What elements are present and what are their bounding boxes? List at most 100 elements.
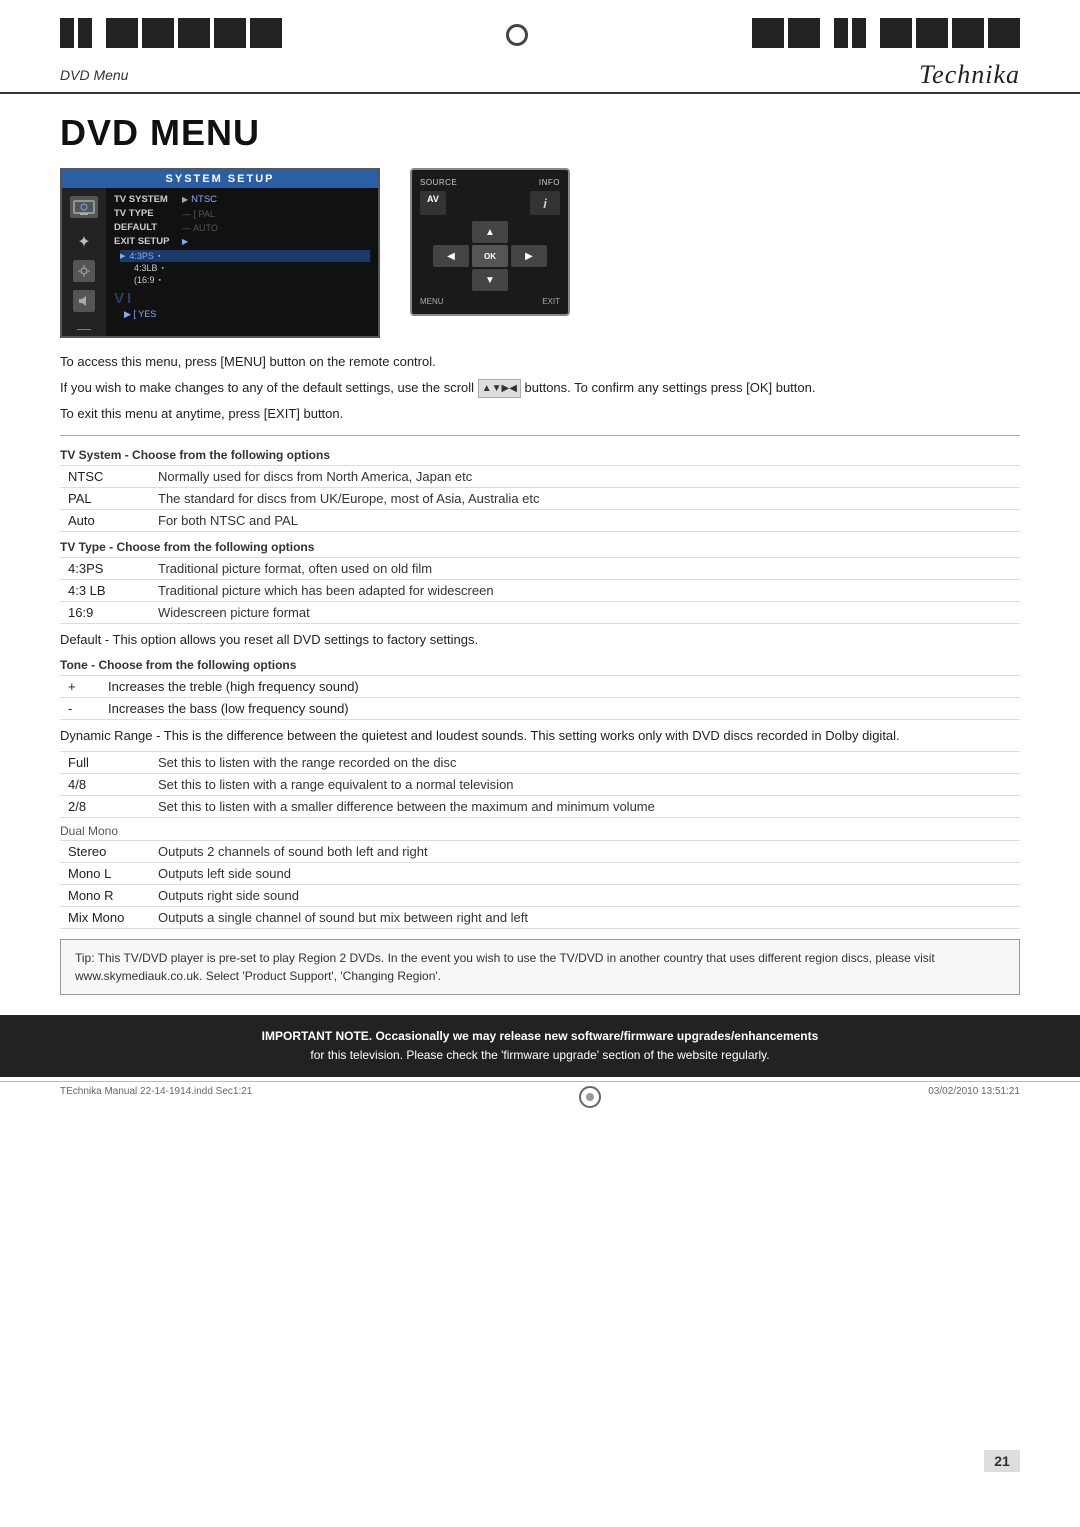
bar-block (834, 18, 848, 48)
tv-system-label: TV System - Choose from the following op… (60, 448, 1020, 462)
table-row: 4:3 LB Traditional picture which has bee… (60, 580, 1020, 602)
top-bar-blocks-left (60, 18, 282, 48)
top-decoration-bar (0, 0, 1080, 58)
dvd-option-43lb: 4:3LB ▪ (120, 262, 370, 274)
important-line1: IMPORTANT NOTE. Occasionally we may rele… (262, 1029, 819, 1043)
remote-ok-button[interactable]: OK (472, 245, 508, 267)
bar-block (178, 18, 210, 48)
remote-top-row: SOURCE INFO (420, 178, 560, 187)
top-bar-blocks-right (752, 18, 1020, 48)
remote-info-button[interactable]: i (530, 191, 560, 215)
dvd-option-list: ▶ 4:3PS ▪ 4:3LB ▪ (16:9 ▪ (120, 250, 370, 286)
header-row: DVD Menu Technika (0, 58, 1080, 94)
dvd-menu-title: SYSTEM SETUP (62, 170, 378, 188)
table-row: - Increases the bass (low frequency soun… (60, 697, 1020, 719)
remote-down-row: ▼ (420, 269, 560, 291)
exit-setup-row: EXIT SETUP ▶ (114, 236, 370, 247)
dual-mono-table: Stereo Outputs 2 channels of sound both … (60, 840, 1020, 929)
tv-icon (70, 196, 98, 218)
bar-block (788, 18, 820, 48)
intro-line3: To exit this menu at anytime, press [EXI… (60, 404, 1020, 424)
tip-box: Tip: This TV/DVD player is pre-set to pl… (60, 939, 1020, 995)
bar-block (60, 18, 74, 48)
table-row: + Increases the treble (high frequency s… (60, 675, 1020, 697)
bar-block (142, 18, 174, 48)
tone-label: Tone - Choose from the following options (60, 658, 1020, 672)
bar-block (752, 18, 784, 48)
bar-block (852, 18, 866, 48)
remote-up-button[interactable]: ▲ (472, 221, 508, 243)
bar-block (988, 18, 1020, 48)
table-row: 4/8 Set this to listen with a range equi… (60, 774, 1020, 796)
crosshair-icon (579, 1086, 601, 1108)
table-row: Full Set this to listen with the range r… (60, 752, 1020, 774)
bar-block (916, 18, 948, 48)
dvd-menu-body: ✦ — TV SYSTEM ▶ NTSC (62, 188, 378, 336)
dvd-option-43ps: ▶ 4:3PS ▪ (120, 250, 370, 262)
settings-icon (73, 260, 95, 282)
remote-screenshot: SOURCE INFO AV i ▲ ◀ OK ▶ (410, 168, 570, 316)
page-title: DVD MENU (60, 112, 1020, 154)
table-row: Stereo Outputs 2 channels of sound both … (60, 841, 1020, 863)
intro-line1: To access this menu, press [MENU] button… (60, 352, 1020, 372)
remote-menu-button[interactable]: MENU (420, 297, 444, 306)
tip-text: Tip: This TV/DVD player is pre-set to pl… (75, 951, 935, 983)
bar-block (78, 18, 92, 48)
table-row: 16:9 Widescreen picture format (60, 602, 1020, 624)
remote-box: SOURCE INFO AV i ▲ ◀ OK ▶ (410, 168, 570, 316)
footer-right: 03/02/2010 13:51:21 (928, 1086, 1020, 1108)
tv-type-table: 4:3PS Traditional picture format, often … (60, 557, 1020, 624)
tv-type-label: TV Type - Choose from the following opti… (60, 540, 1020, 554)
tv-system-table: NTSC Normally used for discs from North … (60, 465, 1020, 532)
table-row: Auto For both NTSC and PAL (60, 510, 1020, 532)
remote-down-button[interactable]: ▼ (472, 269, 508, 291)
dynamic-range-table: Full Set this to listen with the range r… (60, 751, 1020, 818)
footer-left: TEchnika Manual 22-14-1914.indd Sec1:21 (60, 1086, 252, 1108)
brand-logo: Technika (919, 60, 1020, 90)
remote-av-button[interactable]: AV (420, 191, 446, 215)
table-row: PAL The standard for discs from UK/Europ… (60, 488, 1020, 510)
table-row: Mix Mono Outputs a single channel of sou… (60, 907, 1020, 929)
default-text: Default - This option allows you reset a… (60, 630, 1020, 650)
dvd-sidebar: ✦ — (62, 188, 106, 336)
tv-type-row: TV TYPE — [ PAL (114, 208, 370, 219)
section-divider (60, 435, 1020, 436)
table-row: 4:3PS Traditional picture format, often … (60, 558, 1020, 580)
audio-icon (73, 290, 95, 312)
important-line2: for this television. Please check the 'f… (310, 1048, 769, 1062)
bar-block (106, 18, 138, 48)
bar-block (214, 18, 246, 48)
bar-block (880, 18, 912, 48)
dual-mono-section-label: Dual Mono (60, 824, 1020, 838)
main-content: DVD MENU SYSTEM SETUP ✦ — (0, 94, 1080, 1005)
tv-system-row: TV SYSTEM ▶ NTSC (114, 194, 370, 205)
dvd-menu-screenshot: SYSTEM SETUP ✦ — (60, 168, 380, 338)
bar-block (952, 18, 984, 48)
remote-bottom-row: MENU EXIT (420, 297, 560, 306)
dvd-yes-row: ▶ [ YES (124, 309, 370, 320)
dynamic-range-text: Dynamic Range - This is the difference b… (60, 726, 1020, 746)
remote-right-button[interactable]: ▶ (511, 245, 547, 267)
remote-av-row: AV i (420, 191, 560, 215)
remote-exit-button[interactable]: EXIT (542, 297, 560, 306)
footer-row: TEchnika Manual 22-14-1914.indd Sec1:21 … (0, 1081, 1080, 1112)
dvd-option-169: (16:9 ▪ (120, 274, 370, 286)
minus-icon: — (77, 320, 91, 336)
page-label: DVD Menu (60, 67, 128, 83)
dvd-vis-row: VI (114, 290, 370, 307)
default-row: DEFAULT — AUTO (114, 222, 370, 233)
tone-table: + Increases the treble (high frequency s… (60, 675, 1020, 720)
screenshots-row: SYSTEM SETUP ✦ — (60, 168, 1020, 338)
bar-block (250, 18, 282, 48)
important-note-bar: IMPORTANT NOTE. Occasionally we may rele… (0, 1015, 1080, 1077)
page-number: 21 (984, 1450, 1020, 1472)
dvd-menu-main: TV SYSTEM ▶ NTSC TV TYPE — [ PAL DEFAULT… (106, 188, 378, 336)
remote-left-button[interactable]: ◀ (433, 245, 469, 267)
remote-up-row: ▲ (420, 221, 560, 243)
table-row: NTSC Normally used for discs from North … (60, 466, 1020, 488)
intro-line2: If you wish to make changes to any of th… (60, 378, 1020, 398)
table-row: 2/8 Set this to listen with a smaller di… (60, 796, 1020, 818)
crosshair-icon (506, 24, 528, 46)
remote-middle-row: ◀ OK ▶ (420, 245, 560, 267)
table-row: Mono R Outputs right side sound (60, 885, 1020, 907)
